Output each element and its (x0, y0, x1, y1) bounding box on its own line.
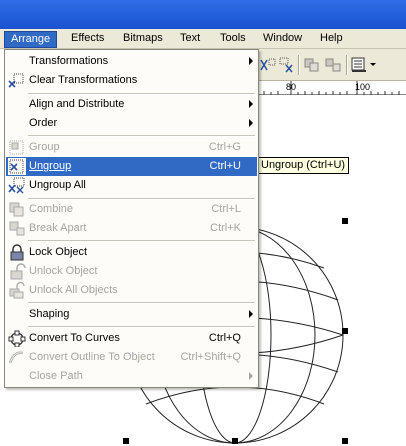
menu-item-close-path[interactable]: Close Path (6, 367, 257, 386)
menu-item-ungroup[interactable]: Ungroup Ctrl+U (6, 157, 257, 176)
menu-item-order[interactable]: Order (6, 114, 257, 133)
menu-item-break-apart[interactable]: Break Apart Ctrl+K (6, 219, 257, 238)
menu-item-label: Convert Outline To Object (29, 351, 155, 363)
break-apart-icon (9, 221, 25, 236)
menu-item-label: Group (29, 141, 60, 153)
submenu-arrow-icon (249, 119, 253, 127)
menu-item-label: Transformations (29, 55, 109, 67)
menu-item-lock-object[interactable]: Lock Object (6, 243, 257, 262)
submenu-arrow-icon (249, 310, 253, 318)
submenu-arrow-icon (249, 57, 253, 65)
menu-separator (28, 326, 255, 328)
lock-icon (10, 244, 24, 261)
menu-item-label: Close Path (29, 370, 83, 382)
menu-item-combine[interactable]: Combine Ctrl+L (6, 200, 257, 219)
menu-item-unlock-object[interactable]: Unlock Object (6, 262, 257, 281)
menu-item-shaping[interactable]: Shaping (6, 305, 257, 324)
convert-to-curves-icon (8, 330, 26, 347)
menu-item-label: Break Apart (29, 222, 87, 234)
menu-item-convert-outline-to-object[interactable]: Convert Outline To Object Ctrl+Shift+Q (6, 348, 257, 367)
menu-item-unlock-all-objects[interactable]: Unlock All Objects (6, 281, 257, 300)
clear-transformations-icon (8, 73, 24, 88)
menu-item-ungroup-all[interactable]: Ungroup All (6, 176, 257, 195)
menu-item-label: Order (29, 117, 58, 129)
menu-item-label: Clear Transformations (29, 74, 138, 86)
menu-separator (28, 135, 255, 137)
combine-icon (9, 202, 24, 217)
menu-item-clear-transformations[interactable]: Clear Transformations (6, 71, 257, 90)
shortcut-label: Ctrl+U (209, 160, 241, 172)
menu-item-group[interactable]: Group Ctrl+G (6, 138, 257, 157)
unlock-all-icon (9, 282, 25, 299)
menu-item-label: Align and Distribute (29, 98, 125, 110)
menu-item-label: Unlock All Objects (29, 284, 118, 296)
group-icon (9, 140, 24, 155)
menu-item-label: Combine (29, 203, 74, 215)
submenu-arrow-icon (249, 372, 253, 380)
menu-item-transformations[interactable]: Transformations (6, 52, 257, 71)
menu-separator (28, 302, 255, 304)
menu-item-label: Shaping (29, 308, 70, 320)
submenu-arrow-icon (249, 100, 253, 108)
menu-item-label: Lock Object (29, 246, 88, 258)
menu-item-label: Ungroup (29, 160, 72, 172)
unlock-icon (10, 263, 26, 280)
shortcut-label: Ctrl+Shift+Q (180, 351, 241, 363)
ungroup-tooltip: Ungroup (Ctrl+U) (257, 157, 350, 174)
shortcut-label: Ctrl+K (210, 222, 241, 234)
menu-item-convert-to-curves[interactable]: Convert To Curves Ctrl+Q (6, 329, 257, 348)
ungroup-all-icon (8, 177, 25, 194)
arrange-menu: Transformations Clear Transformations Al… (4, 49, 259, 388)
shortcut-label: Ctrl+Q (208, 332, 241, 344)
menu-separator (28, 240, 255, 242)
menu-item-label: Convert To Curves (29, 332, 120, 344)
menu-item-label: Unlock Object (29, 265, 98, 277)
transformations-icon (8, 53, 26, 70)
convert-outline-icon (8, 351, 24, 364)
menu-item-label: Ungroup All (29, 179, 86, 191)
ungroup-icon (8, 158, 26, 175)
menu-item-align-distribute[interactable]: Align and Distribute (6, 95, 257, 114)
shortcut-label: Ctrl+G (208, 141, 241, 153)
shortcut-label: Ctrl+L (211, 203, 241, 215)
